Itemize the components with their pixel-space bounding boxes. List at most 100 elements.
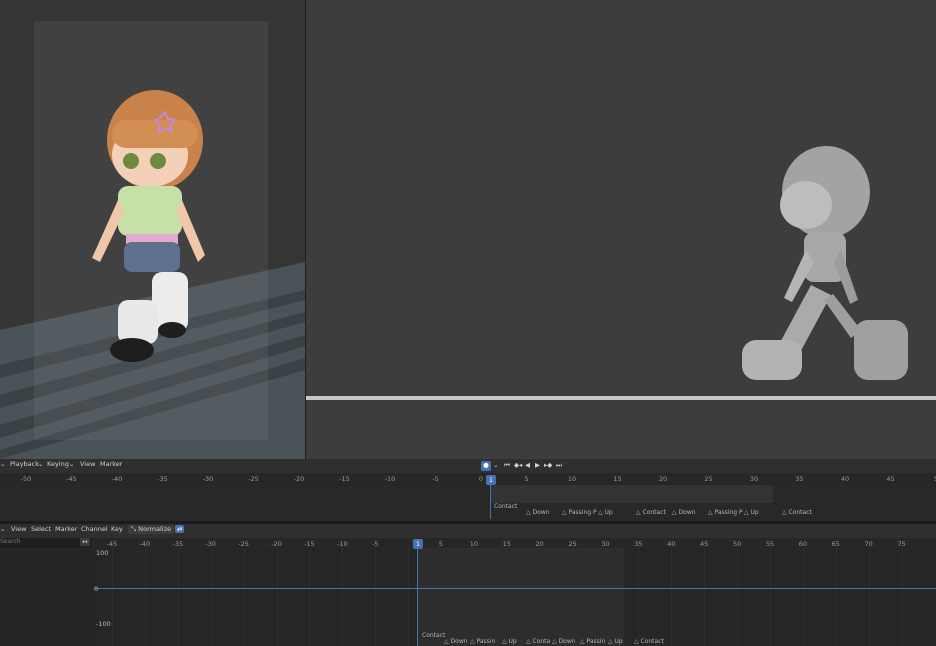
graph-ruler-tick: 10 [469, 540, 479, 548]
graph-ruler-tick: -10 [336, 540, 348, 548]
keying-chevron-icon[interactable]: ⌄ [69, 460, 74, 468]
graph-ruler-tick: -5 [371, 540, 379, 548]
timeline-marker[interactable]: △ Down [672, 509, 696, 516]
prev-key-icon[interactable]: ◆◂ [514, 461, 522, 471]
timeline-ruler-tick: 10 [567, 475, 577, 483]
graph-gridline [704, 548, 706, 646]
graph-gridline [144, 548, 146, 646]
graph-current-frame[interactable]: 1 [412, 539, 424, 549]
graph-marker[interactable]: Contact [422, 632, 445, 639]
graph-markers: Contact △ Down △ Passin △ Up △ Conta △ Down △ … [94, 632, 936, 646]
graph-marker[interactable]: △ Contact [634, 638, 664, 645]
play-reverse-icon[interactable]: ◀ [525, 461, 530, 471]
view-menu[interactable]: View [80, 460, 95, 468]
graph-marker[interactable]: △ Down [552, 638, 576, 645]
timeline-current-frame[interactable]: 1 [485, 475, 497, 485]
graph-ruler-tick: -45 [106, 540, 118, 548]
graph-marker-menu[interactable]: Marker [55, 525, 77, 533]
jump-start-icon[interactable]: ⏮ [504, 461, 510, 471]
graph-y-label-bottom: -100 [96, 620, 111, 628]
graph-gridline [901, 548, 903, 646]
graph-channel-menu[interactable]: Channel [81, 525, 108, 533]
record-chevron-icon[interactable]: ⌄ [493, 461, 498, 471]
graph-gridline [770, 548, 771, 646]
graph-ruler-tick: -40 [139, 540, 151, 548]
graph-ruler-tick: 45 [700, 540, 709, 548]
frame-range [490, 485, 773, 503]
graph-frame-range [417, 548, 624, 646]
graph-ruler-tick: 15 [502, 540, 511, 548]
timeline-ruler-tick: -45 [66, 475, 77, 483]
timeline-marker[interactable]: Contact [494, 503, 517, 510]
timeline-marker[interactable]: △ Passing P [562, 509, 597, 516]
marker-menu[interactable]: Marker [100, 460, 122, 468]
graph-y-label-top: 100 [96, 549, 109, 557]
timeline-ruler-tick: 35 [795, 475, 804, 483]
graph-gridline [342, 548, 344, 646]
timeline-ruler-tick: -50 [20, 475, 32, 483]
jump-end-icon[interactable]: ⏭ [556, 461, 562, 471]
next-key-icon[interactable]: ▸◆ [544, 461, 552, 471]
play-icon[interactable]: ▶ [535, 461, 540, 471]
graph-marker[interactable]: △ Passin [470, 638, 495, 645]
timeline-marker[interactable]: △ Up [598, 509, 613, 516]
graph-gridline [408, 548, 410, 646]
graph-ruler-tick: -25 [238, 540, 249, 548]
timeline-marker[interactable]: △ Contact [782, 509, 812, 516]
timeline-ruler-tick: 25 [704, 475, 713, 483]
graph-marker[interactable]: △ Passin [580, 638, 605, 645]
editor-type-chevron-icon[interactable]: ⌄ [0, 460, 5, 468]
timeline-playhead[interactable] [490, 481, 491, 519]
record-icon[interactable]: ● [481, 461, 491, 471]
graph-gridline [638, 548, 640, 646]
graph-ruler-tick: -15 [304, 540, 315, 548]
graph-gridline [112, 548, 113, 646]
graph-gridline [276, 548, 278, 646]
filter-swap-icon[interactable]: ↔ [80, 538, 90, 546]
graph-gridline [835, 548, 837, 646]
graph-view-menu[interactable]: View [11, 525, 26, 533]
timeline-ruler-tick: -5 [432, 475, 439, 483]
graph-select-menu[interactable]: Select [31, 525, 51, 533]
character-clay [742, 146, 908, 380]
playback-chevron-icon[interactable]: ⌄ [38, 460, 43, 468]
graph-zero-line [94, 588, 936, 589]
timeline-marker[interactable]: △ Up [744, 509, 759, 516]
graph-key-menu[interactable]: Key [111, 525, 123, 533]
side-viewport[interactable] [306, 0, 936, 459]
timeline-ruler-tick: 0 [478, 475, 484, 483]
timeline-ruler[interactable]: -50 -45 -40 -35 -30 -25 -20 -15 -10 -5 0 5 10 15 20 25 3… [0, 473, 936, 485]
graph-gridline [671, 548, 673, 646]
search-box[interactable]: Search [0, 538, 92, 548]
graph-ruler-tick: 25 [568, 540, 577, 548]
graph-y-label-zero: 0 [94, 585, 99, 593]
normalize-refresh-icon[interactable]: ⇄ [175, 525, 185, 533]
camera-viewport[interactable] [0, 0, 305, 459]
keying-menu[interactable]: Keying [47, 460, 69, 468]
channel-list[interactable] [0, 548, 94, 646]
timeline-ruler-tick: 5 [524, 475, 529, 483]
graph-canvas[interactable]: Contact △ Down △ Passin △ Up △ Conta △ Down △ … [94, 548, 936, 646]
playback-menu[interactable]: Playback [10, 460, 39, 468]
timeline-marker[interactable]: △ Contact [636, 509, 666, 516]
graph-editor-type-chevron-icon[interactable]: ⌄ [0, 525, 5, 533]
timeline-marker[interactable]: △ Passing P [708, 509, 743, 516]
normalize-toggle[interactable]: ⤡ Normalize [128, 525, 175, 534]
graph-ruler-tick: 60 [798, 540, 808, 548]
timeline-ruler-tick: -20 [293, 475, 305, 483]
graph-marker[interactable]: △ Conta [526, 638, 550, 645]
graph-marker[interactable]: △ Up [608, 638, 623, 645]
graph-gridline [210, 548, 212, 646]
timeline-ruler-tick: 30 [749, 475, 759, 483]
timeline-header: ⌄ Playback ⌄ Keying ⌄ View Marker ● ⌄ ⏮ … [0, 459, 936, 474]
graph-playhead[interactable] [417, 544, 418, 646]
graph-marker[interactable]: △ Down [444, 638, 468, 645]
timeline-ruler-tick: -30 [202, 475, 214, 483]
graph-marker[interactable]: △ Up [502, 638, 517, 645]
timeline-ruler-tick: -40 [111, 475, 123, 483]
timeline-marker[interactable]: △ Down [526, 509, 550, 516]
graph-gridline [177, 548, 179, 646]
character-color [92, 90, 205, 362]
graph-gridline [802, 548, 804, 646]
timeline-editor[interactable]: ⌄ Playback ⌄ Keying ⌄ View Marker ● ⌄ ⏮ … [0, 459, 936, 521]
